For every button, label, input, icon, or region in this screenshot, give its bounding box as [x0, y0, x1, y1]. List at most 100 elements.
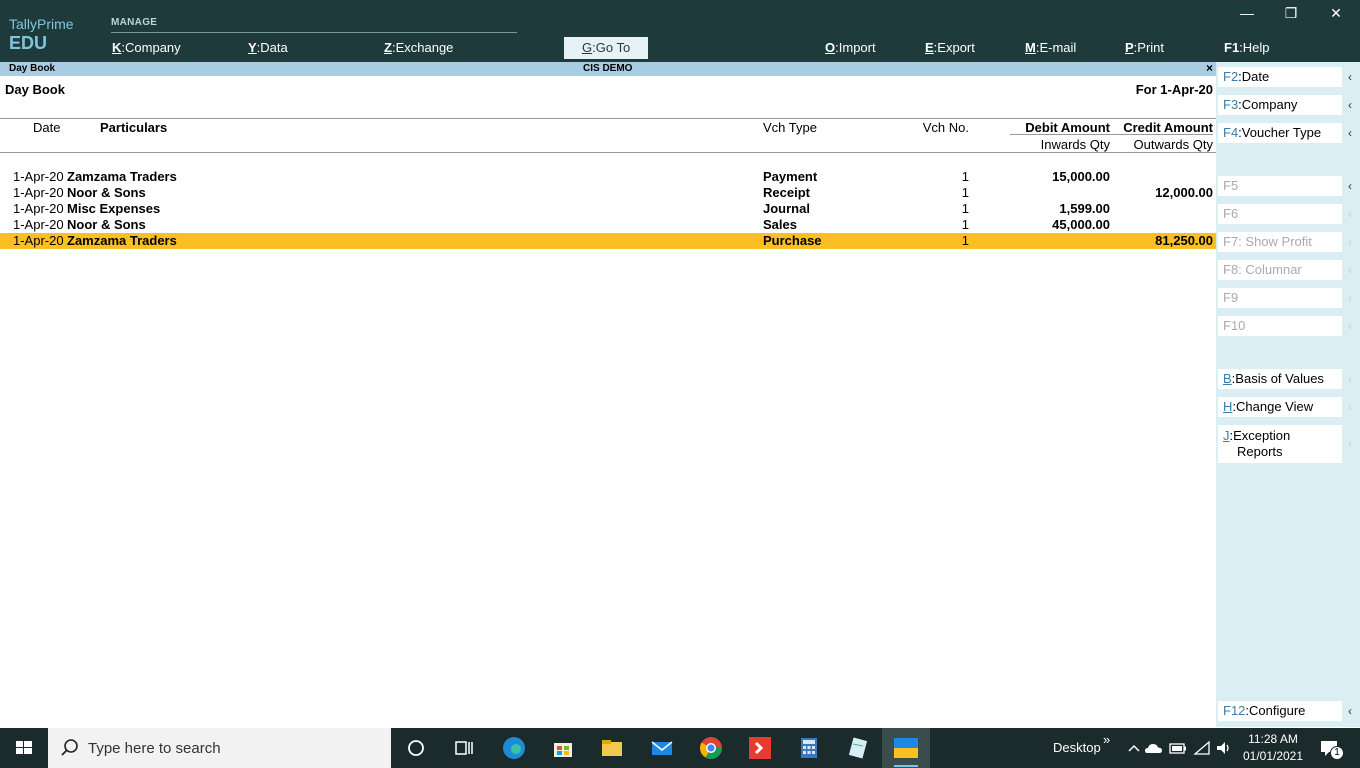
menu-data[interactable]: Y:Data [248, 38, 288, 58]
report-strip: Day Book CIS DEMO × [0, 61, 1216, 76]
amount-header-divider [1010, 134, 1213, 135]
button-panel: F2:Date ‹ F3:Company ‹ F4:Voucher Type ‹ F5… [1216, 62, 1360, 727]
system-clock[interactable]: 11:28 AM 01/01/2021 [1240, 731, 1306, 765]
f8-columnar-button[interactable]: F8: Columnar ‹ [1218, 260, 1358, 280]
desktop-toolbar-label[interactable]: Desktop [1053, 728, 1101, 768]
menu-exchange[interactable]: Z:Exchange [384, 38, 453, 58]
mail-icon[interactable] [648, 734, 676, 762]
f12-label: Configure [1249, 703, 1306, 718]
row-date: 1-Apr-20 [13, 217, 64, 232]
menu-print[interactable]: P:Print [1125, 38, 1164, 58]
menu-help[interactable]: F1:Help [1224, 38, 1270, 58]
menu-goto[interactable]: G:Go To [564, 37, 649, 59]
cortana-icon[interactable] [402, 734, 430, 762]
menu-import[interactable]: O:Import [825, 38, 876, 58]
task-view-icon[interactable] [450, 734, 478, 762]
f10-key: F10 [1223, 318, 1246, 333]
f6-button[interactable]: F6 ‹ [1218, 204, 1358, 224]
menu-export-label: Export [937, 40, 975, 55]
header-bottom-line [0, 152, 1216, 153]
store-icon[interactable] [549, 734, 577, 762]
menu-company-label: Company [125, 40, 181, 55]
f12-configure-button[interactable]: F12:Configure ‹ [1218, 701, 1358, 721]
menu-exchange-label: Exchange [395, 40, 454, 55]
app-brand: TallyPrime EDU [9, 16, 74, 54]
file-explorer-icon[interactable] [598, 734, 626, 762]
f4-voucher-type-button[interactable]: F4:Voucher Type ‹ [1218, 123, 1358, 143]
f2-date-button[interactable]: F2:Date ‹ [1218, 67, 1358, 87]
chevron-left-icon: ‹ [1342, 123, 1358, 143]
f8-label: Columnar [1245, 262, 1302, 277]
chevron-left-icon: ‹ [1342, 67, 1358, 87]
f5-key: F5 [1223, 178, 1239, 193]
windows-taskbar: Type here to search Desktop » 11:28 AM 0… [0, 728, 1360, 768]
f7-label: Show Profit [1245, 234, 1312, 249]
f3-company-button[interactable]: F3:Company ‹ [1218, 95, 1358, 115]
calculator-icon[interactable] [795, 734, 823, 762]
report-close-icon[interactable]: × [1206, 61, 1213, 75]
search-icon [61, 739, 78, 756]
menu-goto-key: G [582, 40, 593, 55]
edge-browser-icon[interactable] [500, 734, 528, 762]
restore-icon[interactable]: ❐ [1279, 4, 1303, 24]
action-center-button[interactable]: 1 [1316, 734, 1344, 762]
notepad-icon[interactable] [844, 734, 872, 762]
f5-button[interactable]: F5 ‹ [1218, 176, 1358, 196]
chevron-left-icon: ‹ [1342, 425, 1358, 463]
taskbar-active-app[interactable] [882, 728, 930, 768]
minimize-icon[interactable]: — [1235, 4, 1259, 24]
close-icon[interactable]: ✕ [1324, 4, 1348, 24]
chrome-icon[interactable] [697, 734, 725, 762]
j-label-line2: Reports [1237, 444, 1283, 459]
tallyprime-icon [894, 738, 918, 767]
search-placeholder: Type here to search [88, 740, 221, 757]
table-row[interactable]: 1-Apr-20 Zamzama Traders Payment 1 15,00… [0, 169, 1216, 185]
table-row[interactable]: 1-Apr-20 Noor & Sons Receipt 1 12,000.00 [0, 185, 1216, 201]
anydesk-icon[interactable] [746, 734, 774, 762]
row-vch-no: 1 [961, 217, 969, 232]
f6-key: F6 [1223, 206, 1239, 221]
f3-label: Company [1241, 97, 1298, 112]
row-debit: 45,000.00 [1052, 217, 1110, 232]
report-period[interactable]: For 1-Apr-20 [1136, 82, 1213, 97]
menu-email[interactable]: M:E-mail [1025, 38, 1076, 58]
manage-label: MANAGE [111, 17, 158, 28]
menu-print-label: Print [1137, 40, 1165, 55]
f10-button[interactable]: F10 ‹ [1218, 316, 1358, 336]
f7-show-profit-button[interactable]: F7: Show Profit ‹ [1218, 232, 1358, 252]
row-credit: 12,000.00 [1155, 185, 1213, 200]
chevron-left-icon: ‹ [1342, 260, 1358, 280]
basis-of-values-button[interactable]: B:Basis of Values ‹ [1218, 369, 1358, 389]
row-date: 1-Apr-20 [13, 185, 64, 200]
h-key: H [1223, 399, 1233, 414]
row-particulars: Noor & Sons [67, 217, 146, 232]
table-row[interactable]: 1-Apr-20 Noor & Sons Sales 1 45,000.00 [0, 217, 1216, 233]
b-label: Basis of Values [1235, 371, 1324, 386]
clock-time: 11:28 AM [1248, 732, 1298, 746]
f7-key: F7 [1223, 234, 1239, 249]
report-title: Day Book [5, 82, 65, 97]
menu-company[interactable]: K:Company [112, 38, 181, 58]
chevron-left-icon: ‹ [1342, 397, 1358, 417]
volume-icon[interactable] [1210, 734, 1238, 762]
row-particulars: Noor & Sons [67, 185, 146, 200]
f9-button[interactable]: F9 ‹ [1218, 288, 1358, 308]
taskbar-search-box[interactable]: Type here to search [48, 728, 391, 768]
table-row[interactable]: 1-Apr-20 Misc Expenses Journal 1 1,599.0… [0, 201, 1216, 217]
header-top-line [0, 118, 1216, 119]
menu-export[interactable]: E:Export [925, 38, 975, 58]
exception-reports-button[interactable]: J:Exception Reports ‹ [1218, 425, 1358, 463]
row-vch-no: 1 [961, 201, 969, 216]
row-debit: 1,599.00 [1059, 201, 1110, 216]
menu-email-label: E-mail [1039, 40, 1077, 55]
menu-company-key: K [112, 40, 122, 55]
row-vch-type: Journal [763, 201, 810, 216]
row-particulars: Misc Expenses [67, 201, 161, 216]
change-view-button[interactable]: H:Change View ‹ [1218, 397, 1358, 417]
chevron-right-icon[interactable]: » [1103, 720, 1110, 760]
table-row-selected[interactable]: 1-Apr-20 Zamzama Traders Purchase 1 81,2… [0, 233, 1216, 249]
chevron-left-icon: ‹ [1342, 204, 1358, 224]
col-header-credit: Credit Amount [1123, 120, 1213, 135]
windows-start-icon[interactable] [0, 728, 48, 768]
chevron-left-icon: ‹ [1342, 288, 1358, 308]
